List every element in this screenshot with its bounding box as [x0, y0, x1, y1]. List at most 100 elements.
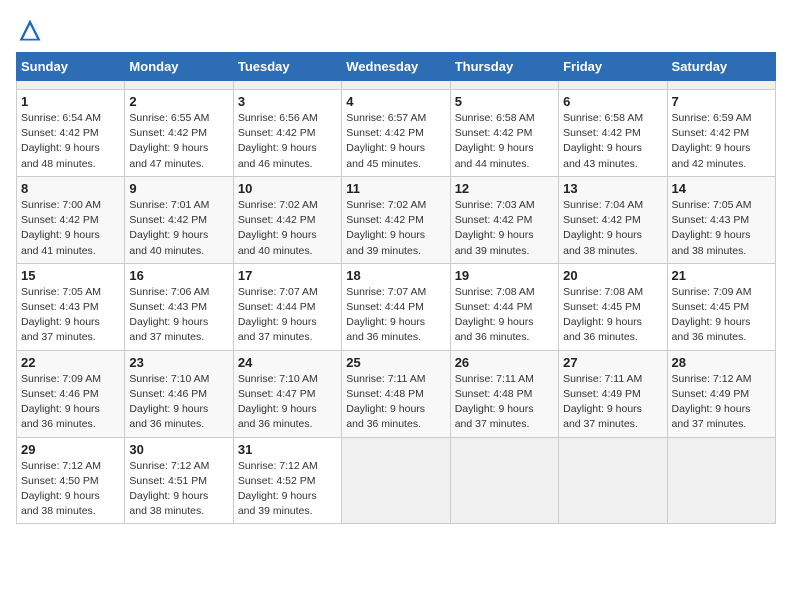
day-detail: Sunrise: 7:03 AM Sunset: 4:42 PM Dayligh… [455, 198, 554, 259]
calendar-cell: 17 Sunrise: 7:07 AM Sunset: 4:44 PM Dayli… [233, 263, 341, 350]
day-detail: Sunrise: 6:56 AM Sunset: 4:42 PM Dayligh… [238, 111, 337, 172]
day-number: 11 [346, 181, 445, 196]
day-number: 10 [238, 181, 337, 196]
day-number: 23 [129, 355, 228, 370]
calendar-week-row [17, 81, 776, 90]
calendar-cell: 22 Sunrise: 7:09 AM Sunset: 4:46 PM Dayli… [17, 350, 125, 437]
day-number: 20 [563, 268, 662, 283]
day-number: 16 [129, 268, 228, 283]
day-detail: Sunrise: 7:05 AM Sunset: 4:43 PM Dayligh… [672, 198, 771, 259]
calendar-cell: 5 Sunrise: 6:58 AM Sunset: 4:42 PM Daylig… [450, 90, 558, 177]
day-number: 5 [455, 94, 554, 109]
day-detail: Sunrise: 7:06 AM Sunset: 4:43 PM Dayligh… [129, 285, 228, 346]
calendar-cell: 28 Sunrise: 7:12 AM Sunset: 4:49 PM Dayli… [667, 350, 775, 437]
calendar-header-row: SundayMondayTuesdayWednesdayThursdayFrid… [17, 53, 776, 81]
day-detail: Sunrise: 7:12 AM Sunset: 4:49 PM Dayligh… [672, 372, 771, 433]
calendar-cell [667, 437, 775, 524]
day-detail: Sunrise: 7:04 AM Sunset: 4:42 PM Dayligh… [563, 198, 662, 259]
day-detail: Sunrise: 7:12 AM Sunset: 4:52 PM Dayligh… [238, 459, 337, 520]
day-detail: Sunrise: 6:58 AM Sunset: 4:42 PM Dayligh… [455, 111, 554, 172]
calendar-cell: 2 Sunrise: 6:55 AM Sunset: 4:42 PM Daylig… [125, 90, 233, 177]
col-header-saturday: Saturday [667, 53, 775, 81]
calendar-cell: 19 Sunrise: 7:08 AM Sunset: 4:44 PM Dayli… [450, 263, 558, 350]
calendar-week-row: 29Sunrise: 7:12 AM Sunset: 4:50 PM Dayli… [17, 437, 776, 524]
calendar-week-row: 22 Sunrise: 7:09 AM Sunset: 4:46 PM Dayli… [17, 350, 776, 437]
calendar-cell: 12 Sunrise: 7:03 AM Sunset: 4:42 PM Dayli… [450, 176, 558, 263]
day-number: 4 [346, 94, 445, 109]
calendar-cell: 16 Sunrise: 7:06 AM Sunset: 4:43 PM Dayli… [125, 263, 233, 350]
calendar-cell: 8 Sunrise: 7:00 AM Sunset: 4:42 PM Daylig… [17, 176, 125, 263]
day-detail: Sunrise: 7:08 AM Sunset: 4:44 PM Dayligh… [455, 285, 554, 346]
col-header-monday: Monday [125, 53, 233, 81]
day-number: 7 [672, 94, 771, 109]
day-number: 2 [129, 94, 228, 109]
calendar-cell: 7 Sunrise: 6:59 AM Sunset: 4:42 PM Daylig… [667, 90, 775, 177]
calendar-cell [559, 81, 667, 90]
day-detail: Sunrise: 7:07 AM Sunset: 4:44 PM Dayligh… [346, 285, 445, 346]
day-number: 19 [455, 268, 554, 283]
day-number: 31 [238, 442, 337, 457]
day-number: 22 [21, 355, 120, 370]
calendar-cell [233, 81, 341, 90]
day-number: 3 [238, 94, 337, 109]
day-detail: Sunrise: 7:07 AM Sunset: 4:44 PM Dayligh… [238, 285, 337, 346]
day-number: 26 [455, 355, 554, 370]
calendar-cell [125, 81, 233, 90]
day-detail: Sunrise: 7:10 AM Sunset: 4:47 PM Dayligh… [238, 372, 337, 433]
col-header-tuesday: Tuesday [233, 53, 341, 81]
calendar-cell [342, 81, 450, 90]
calendar-cell: 4 Sunrise: 6:57 AM Sunset: 4:42 PM Daylig… [342, 90, 450, 177]
day-detail: Sunrise: 6:59 AM Sunset: 4:42 PM Dayligh… [672, 111, 771, 172]
calendar-cell [450, 81, 558, 90]
day-number: 9 [129, 181, 228, 196]
calendar-cell: 31 Sunrise: 7:12 AM Sunset: 4:52 PM Dayli… [233, 437, 341, 524]
day-detail: Sunrise: 7:00 AM Sunset: 4:42 PM Dayligh… [21, 198, 120, 259]
col-header-thursday: Thursday [450, 53, 558, 81]
day-detail: Sunrise: 7:02 AM Sunset: 4:42 PM Dayligh… [346, 198, 445, 259]
calendar-cell: 13 Sunrise: 7:04 AM Sunset: 4:42 PM Dayli… [559, 176, 667, 263]
day-number: 21 [672, 268, 771, 283]
calendar-cell [667, 81, 775, 90]
day-number: 30 [129, 442, 228, 457]
calendar-cell: 9 Sunrise: 7:01 AM Sunset: 4:42 PM Daylig… [125, 176, 233, 263]
calendar-cell: 23 Sunrise: 7:10 AM Sunset: 4:46 PM Dayli… [125, 350, 233, 437]
day-detail: Sunrise: 7:08 AM Sunset: 4:45 PM Dayligh… [563, 285, 662, 346]
day-detail: Sunrise: 6:58 AM Sunset: 4:42 PM Dayligh… [563, 111, 662, 172]
col-header-wednesday: Wednesday [342, 53, 450, 81]
day-number: 6 [563, 94, 662, 109]
calendar-cell: 1Sunrise: 6:54 AM Sunset: 4:42 PM Daylig… [17, 90, 125, 177]
day-detail: Sunrise: 7:09 AM Sunset: 4:45 PM Dayligh… [672, 285, 771, 346]
day-number: 24 [238, 355, 337, 370]
col-header-sunday: Sunday [17, 53, 125, 81]
calendar-cell [450, 437, 558, 524]
calendar-week-row: 8 Sunrise: 7:00 AM Sunset: 4:42 PM Daylig… [17, 176, 776, 263]
calendar-cell: 26 Sunrise: 7:11 AM Sunset: 4:48 PM Dayli… [450, 350, 558, 437]
day-detail: Sunrise: 7:11 AM Sunset: 4:49 PM Dayligh… [563, 372, 662, 433]
day-detail: Sunrise: 7:09 AM Sunset: 4:46 PM Dayligh… [21, 372, 120, 433]
calendar-cell [559, 437, 667, 524]
day-detail: Sunrise: 7:01 AM Sunset: 4:42 PM Dayligh… [129, 198, 228, 259]
calendar-cell: 24 Sunrise: 7:10 AM Sunset: 4:47 PM Dayli… [233, 350, 341, 437]
calendar-cell: 30 Sunrise: 7:12 AM Sunset: 4:51 PM Dayli… [125, 437, 233, 524]
calendar-cell: 21 Sunrise: 7:09 AM Sunset: 4:45 PM Dayli… [667, 263, 775, 350]
day-number: 17 [238, 268, 337, 283]
day-detail: Sunrise: 7:12 AM Sunset: 4:51 PM Dayligh… [129, 459, 228, 520]
calendar-cell: 14 Sunrise: 7:05 AM Sunset: 4:43 PM Dayli… [667, 176, 775, 263]
calendar-cell: 20 Sunrise: 7:08 AM Sunset: 4:45 PM Dayli… [559, 263, 667, 350]
day-detail: Sunrise: 6:57 AM Sunset: 4:42 PM Dayligh… [346, 111, 445, 172]
day-detail: Sunrise: 7:11 AM Sunset: 4:48 PM Dayligh… [455, 372, 554, 433]
day-detail: Sunrise: 6:55 AM Sunset: 4:42 PM Dayligh… [129, 111, 228, 172]
day-number: 8 [21, 181, 120, 196]
day-detail: Sunrise: 7:02 AM Sunset: 4:42 PM Dayligh… [238, 198, 337, 259]
day-number: 1 [21, 94, 120, 109]
logo-icon [16, 16, 44, 44]
day-number: 13 [563, 181, 662, 196]
calendar-cell: 27Sunrise: 7:11 AM Sunset: 4:49 PM Dayli… [559, 350, 667, 437]
page-header [16, 16, 776, 44]
day-number: 14 [672, 181, 771, 196]
day-number: 12 [455, 181, 554, 196]
day-detail: Sunrise: 7:11 AM Sunset: 4:48 PM Dayligh… [346, 372, 445, 433]
day-number: 28 [672, 355, 771, 370]
col-header-friday: Friday [559, 53, 667, 81]
day-detail: Sunrise: 7:10 AM Sunset: 4:46 PM Dayligh… [129, 372, 228, 433]
